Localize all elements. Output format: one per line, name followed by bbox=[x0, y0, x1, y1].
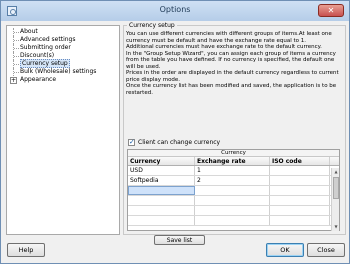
grid-header-row: Currency Exchange rate ISO code bbox=[128, 157, 339, 166]
cell-iso-code[interactable] bbox=[270, 196, 330, 205]
close-button[interactable]: Close bbox=[307, 243, 345, 257]
cell-currency[interactable] bbox=[128, 206, 195, 215]
tree-connector bbox=[13, 68, 19, 76]
description-paragraph: In the "Group Setup Wizard", you can ass… bbox=[126, 50, 336, 70]
cell-exchange-rate[interactable]: 1 bbox=[195, 166, 270, 175]
close-icon: ✕ bbox=[327, 6, 335, 15]
cell-iso-code[interactable] bbox=[270, 216, 330, 225]
currency-setup-group: Currency setup You can use different cur… bbox=[123, 22, 346, 245]
tree-connector bbox=[13, 52, 19, 60]
window-close-button[interactable]: ✕ bbox=[318, 4, 344, 17]
grid-caption: Currency bbox=[128, 150, 339, 157]
tree-connector bbox=[13, 28, 19, 36]
currency-grid: Currency Currency Exchange rate ISO code… bbox=[127, 149, 340, 231]
tree-item-currency-setup[interactable]: Currency setup bbox=[7, 59, 119, 68]
grid-vertical-scrollbar[interactable]: ▲ ▼ bbox=[331, 168, 339, 231]
column-header-currency[interactable]: Currency bbox=[128, 157, 195, 165]
description-paragraph: You can use different currencies with di… bbox=[126, 31, 332, 44]
currency-description: You can use different currencies with di… bbox=[126, 31, 341, 96]
tree-item-advanced-settings[interactable]: Advanced settings bbox=[7, 36, 119, 44]
cell-currency[interactable]: Softpedia bbox=[128, 176, 195, 185]
cell-currency[interactable] bbox=[128, 216, 195, 225]
cell-currency[interactable] bbox=[128, 196, 195, 205]
column-header-exchange-rate[interactable]: Exchange rate bbox=[195, 157, 270, 165]
cell-exchange-rate[interactable] bbox=[195, 196, 270, 205]
tree-item-bulk-settings[interactable]: Bulk (Wholesale) settings bbox=[7, 68, 119, 76]
tree-item-label: Currency setup bbox=[20, 59, 70, 68]
cell-iso-code[interactable] bbox=[270, 176, 330, 185]
scroll-thumb[interactable] bbox=[333, 177, 339, 199]
options-tree: About Advanced settings Submitting order… bbox=[6, 25, 120, 235]
tree-item-label: Appearance bbox=[20, 76, 57, 83]
table-row[interactable] bbox=[128, 196, 339, 206]
scroll-down-arrow-icon[interactable]: ▼ bbox=[332, 223, 340, 231]
description-paragraph: Prices in the order are displayed in the… bbox=[126, 70, 339, 83]
save-list-button[interactable]: Save list bbox=[154, 235, 205, 245]
ok-button[interactable]: OK bbox=[266, 243, 304, 257]
scroll-up-arrow-icon[interactable]: ▲ bbox=[332, 168, 340, 176]
cell-iso-code[interactable] bbox=[270, 166, 330, 175]
tree-item-submitting-order[interactable]: Submitting order bbox=[7, 44, 119, 52]
column-header-iso-code[interactable]: ISO code bbox=[270, 157, 330, 165]
description-paragraph: Once the currency list has been modified… bbox=[126, 83, 337, 96]
cell-currency[interactable]: USD bbox=[128, 166, 195, 175]
tree-connector bbox=[13, 44, 19, 52]
title-bar[interactable]: Options ✕ bbox=[1, 1, 349, 21]
client-change-currency-label: Client can change currency bbox=[138, 139, 221, 146]
tree-connector bbox=[13, 60, 19, 68]
cell-exchange-rate[interactable] bbox=[195, 216, 270, 225]
client-change-currency-checkbox[interactable] bbox=[128, 138, 135, 146]
description-paragraph: Additional currencies must have exchange… bbox=[126, 44, 322, 50]
cell-exchange-rate[interactable] bbox=[195, 206, 270, 215]
window-title: Options bbox=[159, 5, 191, 14]
table-row-new[interactable] bbox=[128, 186, 339, 196]
tree-item-label: Advanced settings bbox=[20, 36, 76, 43]
table-row[interactable] bbox=[128, 206, 339, 216]
cell-iso-code[interactable] bbox=[270, 186, 330, 195]
tree-item-about[interactable]: About bbox=[7, 28, 119, 36]
help-button[interactable]: Help bbox=[7, 243, 45, 257]
expand-plus-icon[interactable]: + bbox=[10, 77, 17, 84]
tree-item-label: Bulk (Wholesale) settings bbox=[20, 68, 97, 75]
tree-item-label: Discount(s) bbox=[20, 52, 55, 59]
options-window: Options ✕ About Advanced settings Submit… bbox=[0, 0, 350, 264]
cell-currency[interactable] bbox=[128, 186, 195, 195]
table-row[interactable] bbox=[128, 216, 339, 226]
table-row[interactable]: USD 1 bbox=[128, 166, 339, 176]
tree-item-label: Submitting order bbox=[20, 44, 71, 51]
tree-item-label: About bbox=[20, 28, 38, 35]
group-legend: Currency setup bbox=[127, 22, 177, 29]
tree-connector bbox=[13, 36, 19, 44]
cell-exchange-rate[interactable]: 2 bbox=[195, 176, 270, 185]
tree-item-appearance[interactable]: + Appearance bbox=[7, 76, 119, 84]
cell-exchange-rate[interactable] bbox=[195, 186, 270, 195]
client-change-currency-option[interactable]: Client can change currency bbox=[128, 138, 221, 147]
table-row[interactable]: Softpedia 2 bbox=[128, 176, 339, 186]
cell-iso-code[interactable] bbox=[270, 206, 330, 215]
